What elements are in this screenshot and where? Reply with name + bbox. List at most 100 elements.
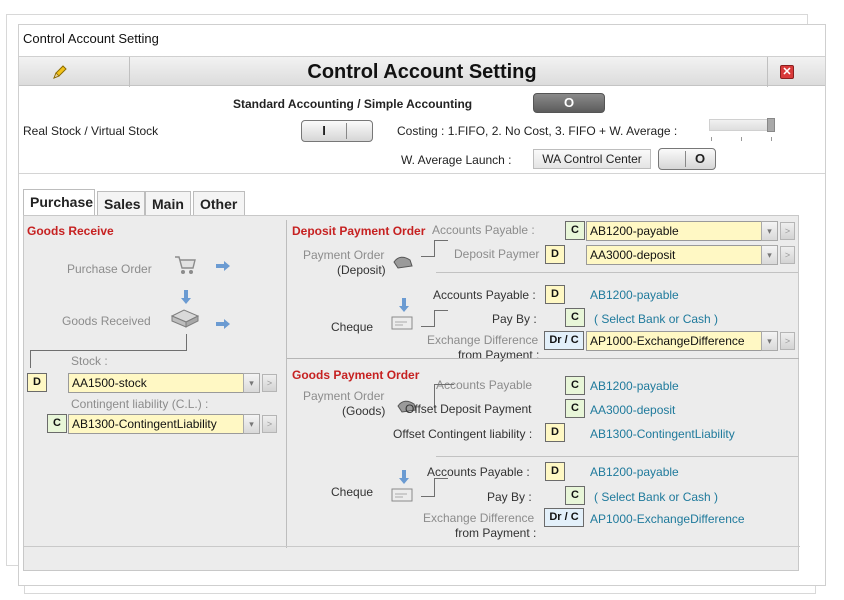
goods-receive-title: Goods Receive [27, 224, 114, 238]
accounting-mode-toggle[interactable]: O [533, 93, 605, 113]
dpo-from-payment-label: from Payment : [458, 348, 540, 362]
goods-box-icon [170, 304, 200, 331]
tab-main[interactable]: Main [145, 191, 191, 215]
dpo-deposit-label: (Deposit) [337, 263, 386, 277]
stock-go-button[interactable]: > [262, 374, 277, 392]
connector-line [421, 326, 435, 327]
contingent-label: Contingent liability (C.L.) : [71, 397, 209, 411]
window-title: Control Account Setting [23, 31, 159, 46]
section-divider [287, 358, 799, 359]
gpo-exchange-account: AP1000-ExchangeDifference [590, 512, 745, 526]
close-icon[interactable]: ✕ [780, 65, 794, 79]
panel-bottom-divider [24, 546, 800, 547]
gpo-pay-by-label: Pay By : [487, 490, 532, 504]
cart-icon [172, 252, 198, 281]
gpo-cheque-ap-label: Accounts Payable : [427, 465, 530, 479]
stock-mode-label: Real Stock / Virtual Stock [23, 124, 159, 138]
dpo-exchange-code[interactable]: Dr / C [544, 331, 584, 350]
w-average-toggle[interactable]: O [658, 148, 716, 170]
gpo-divider [436, 456, 798, 457]
dpo-deposit-payment-code[interactable]: D [545, 245, 565, 264]
tab-sales[interactable]: Sales [97, 191, 145, 215]
purchase-order-label: Purchase Order [67, 262, 152, 276]
wa-control-center-button[interactable]: WA Control Center [533, 149, 651, 169]
purchase-panel: Goods Receive Purchase Order Goods Recei… [23, 215, 800, 571]
page-title: Control Account Setting [307, 61, 537, 83]
gpo-accounts-payable-label: Accounts Payable [436, 378, 533, 392]
slider-tick [711, 137, 712, 141]
dpo-cheque-ap-code[interactable]: D [545, 285, 565, 304]
dpo-payment-order-label: Payment Order [303, 248, 385, 262]
connector-line [186, 334, 187, 350]
costing-slider-thumb[interactable] [767, 118, 775, 132]
connector-line [434, 240, 448, 241]
connector-line [434, 384, 454, 385]
gpo-payment-order-label: Payment Order [303, 389, 385, 403]
connector-line [434, 310, 435, 327]
deposit-payment-order-title: Deposit Payment Order [292, 224, 426, 238]
connector-line [434, 478, 435, 497]
hand-pay-icon [392, 252, 414, 273]
slider-tick [741, 137, 742, 141]
connector-line [30, 350, 31, 368]
tab-purchase[interactable]: Purchase [23, 189, 95, 215]
dpo-deposit-payment-label: Deposit Paymer [454, 247, 540, 261]
w-average-toggle-value: O [694, 151, 706, 166]
dpo-accounts-payable-dropdown[interactable]: ▾ [761, 221, 778, 241]
dpo-pay-by-label: Pay By : [492, 312, 537, 326]
dpo-exchange-field[interactable]: AP1000-ExchangeDifference [586, 331, 762, 351]
dpo-cheque-ap-account: AB1200-payable [590, 288, 679, 302]
tab-other[interactable]: Other [193, 191, 245, 215]
dpo-accounts-payable-go[interactable]: > [780, 222, 795, 240]
gpo-accounts-payable-code[interactable]: C [565, 376, 585, 395]
control-account-window: Control Account Setting Control Account … [18, 24, 826, 586]
stock-code[interactable]: D [27, 373, 47, 392]
gpo-cheque-ap-code[interactable]: D [545, 462, 565, 481]
gpo-offset-contingent-code[interactable]: D [545, 423, 565, 442]
gpo-pay-by-code[interactable]: C [565, 486, 585, 505]
header-divider-right [767, 57, 768, 87]
dpo-cheque-ap-label: Accounts Payable : [433, 288, 536, 302]
connector-line [421, 496, 435, 497]
costing-slider[interactable] [709, 119, 775, 131]
gpo-offset-contingent-label: Offset Contingent liability : [393, 427, 533, 441]
contingent-dropdown-button[interactable]: ▾ [243, 414, 260, 434]
connector-line [421, 256, 435, 257]
gpo-accounts-payable-account: AB1200-payable [590, 379, 679, 393]
arrow-right-icon [216, 318, 230, 332]
stock-label: Stock : [71, 354, 108, 368]
toggle-divider [346, 123, 347, 139]
dpo-exchange-go[interactable]: > [780, 332, 795, 350]
gpo-cheque-ap-account: AB1200-payable [590, 465, 679, 479]
gpo-offset-deposit-code[interactable]: C [565, 399, 585, 418]
contingent-go-button[interactable]: > [262, 415, 277, 433]
dpo-exchange-dropdown[interactable]: ▾ [761, 331, 778, 351]
gpo-goods-label: (Goods) [342, 404, 386, 418]
contingent-account-field[interactable]: AB1300-ContingentLiability [68, 414, 244, 434]
dpo-accounts-payable-code[interactable]: C [565, 221, 585, 240]
stock-mode-toggle[interactable]: I [301, 120, 373, 142]
connector-line [434, 240, 435, 257]
dpo-accounts-payable-field[interactable]: AB1200-payable [586, 221, 762, 241]
dpo-deposit-payment-field[interactable]: AA3000-deposit [586, 245, 762, 265]
gpo-exchange-label: Exchange Difference [423, 511, 535, 525]
gpo-exchange-code[interactable]: Dr / C [544, 508, 584, 527]
dpo-cheque-label: Cheque [331, 320, 374, 334]
connector-line [30, 350, 187, 351]
dpo-deposit-payment-go[interactable]: > [780, 246, 795, 264]
dpo-pay-by-code[interactable]: C [565, 308, 585, 327]
dpo-deposit-payment-dropdown[interactable]: ▾ [761, 245, 778, 265]
arrow-down-icon [399, 470, 409, 487]
arrow-down-icon [399, 298, 409, 315]
gpo-cheque-label: Cheque [331, 485, 374, 499]
dpo-exchange-label: Exchange Difference [427, 333, 539, 347]
goods-received-label: Goods Received [62, 314, 151, 328]
connector-line [434, 310, 448, 311]
dpo-divider [436, 272, 798, 273]
dpo-pay-by-value: ( Select Bank or Cash ) [594, 312, 719, 326]
gpo-offset-deposit-label: Offset Deposit Payment [405, 402, 532, 416]
stock-dropdown-button[interactable]: ▾ [243, 373, 260, 393]
contingent-code[interactable]: C [47, 414, 67, 433]
stock-account-field[interactable]: AA1500-stock [68, 373, 244, 393]
w-average-label: W. Average Launch : [401, 153, 512, 167]
